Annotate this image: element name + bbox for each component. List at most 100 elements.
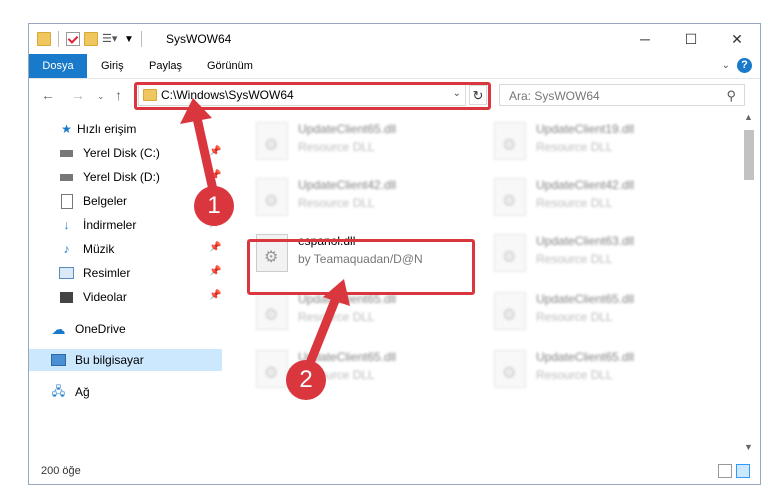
- search-icon[interactable]: ⚲: [726, 88, 736, 104]
- maximize-button[interactable]: ☐: [668, 24, 714, 54]
- navigation-bar: ← → ⌄ ↑ C:\Windows\SysWOW64 ⌄ ↻ Ara: Sys…: [29, 82, 760, 110]
- sidebar-item-quick-access[interactable]: ★ Hızlı erişim: [29, 118, 222, 140]
- sidebar-item-label: Yerel Disk (D:): [83, 170, 160, 184]
- qat-dropdown-icon[interactable]: ▼: [124, 34, 134, 45]
- list-item[interactable]: UpdateClient42.dll Resource DLL: [250, 172, 480, 222]
- computer-icon: [51, 353, 66, 367]
- dll-file-icon: [256, 292, 288, 330]
- list-item[interactable]: UpdateClient65.dll Resource DLL: [488, 286, 718, 336]
- list-item[interactable]: UpdateClient65.dll Resource DLL: [250, 344, 480, 394]
- quick-access-toolbar: ☰▾ ▼: [37, 31, 145, 47]
- pictures-icon: [59, 266, 74, 280]
- file-description: Resource DLL: [536, 310, 613, 324]
- sidebar-item-local-disk-d[interactable]: Yerel Disk (D:) 📌: [29, 166, 222, 188]
- file-description: Resource DLL: [536, 368, 613, 382]
- sidebar-item-this-pc[interactable]: Bu bilgisayar: [29, 349, 222, 371]
- search-input[interactable]: Ara: SysWOW64 ⚲: [499, 84, 745, 106]
- list-item[interactable]: UpdateClient19.dll Resource DLL: [488, 116, 718, 166]
- explorer-window: ☰▾ ▼ SysWOW64 ─ ☐ ✕ Dosya Giriş Paylaş G…: [28, 23, 761, 485]
- close-button[interactable]: ✕: [714, 24, 760, 54]
- pin-icon[interactable]: 📌: [209, 266, 221, 277]
- tab-share[interactable]: Paylaş: [139, 54, 192, 78]
- sidebar-item-network[interactable]: 🖧 Ağ: [29, 381, 222, 403]
- forward-arrow-icon[interactable]: →: [71, 87, 85, 103]
- step-badge-1: 1: [194, 186, 234, 226]
- file-description: Resource DLL: [298, 140, 375, 154]
- step-badge-2: 2: [286, 360, 326, 400]
- scroll-thumb[interactable]: [744, 130, 754, 180]
- sidebar-item-pictures[interactable]: Resimler 📌: [29, 262, 222, 284]
- help-icon[interactable]: ?: [737, 58, 752, 73]
- sidebar-item-label: İndirmeler: [83, 218, 137, 232]
- file-description: Resource DLL: [298, 310, 375, 324]
- details-view-icon[interactable]: [718, 464, 732, 478]
- file-name: UpdateClient65.dll: [298, 122, 397, 136]
- recent-locations-icon[interactable]: ⌄: [97, 91, 105, 102]
- file-highlight-box: [247, 239, 475, 295]
- file-name: UpdateClient19.dll: [536, 122, 635, 136]
- dll-file-icon: [256, 122, 288, 160]
- tiles-view-icon[interactable]: [736, 464, 750, 478]
- video-icon: [59, 290, 74, 304]
- view-toggle: [718, 464, 750, 478]
- star-icon: ★: [61, 122, 72, 136]
- tab-file[interactable]: Dosya: [29, 54, 87, 78]
- navigation-pane: ★ Hızlı erişim Yerel Disk (C:) 📌 Yerel D…: [29, 118, 222, 448]
- sidebar-item-downloads[interactable]: ↓ İndirmeler 📌: [29, 214, 222, 236]
- folder-icon[interactable]: [37, 32, 51, 46]
- up-arrow-icon[interactable]: ↑: [115, 87, 122, 103]
- list-item[interactable]: UpdateClient65.dll Resource DLL: [250, 116, 480, 166]
- status-bar: 200 öğe: [29, 458, 760, 484]
- dll-file-icon: [494, 350, 526, 388]
- tab-view[interactable]: Görünüm: [197, 54, 263, 78]
- address-highlight-box: [134, 82, 491, 110]
- list-item[interactable]: UpdateClient63.dll Resource DLL: [488, 228, 718, 278]
- new-folder-icon[interactable]: [84, 32, 98, 46]
- pin-icon[interactable]: 📌: [209, 242, 221, 253]
- sidebar-item-label: Videolar: [83, 290, 127, 304]
- window-controls: ─ ☐ ✕: [622, 24, 760, 54]
- sidebar-item-label: Yerel Disk (C:): [83, 146, 160, 160]
- sidebar-item-onedrive[interactable]: ☁ OneDrive: [29, 318, 222, 340]
- sidebar-item-label: OneDrive: [75, 322, 126, 336]
- file-description: Resource DLL: [298, 196, 375, 210]
- item-count: 200 öğe: [41, 465, 81, 477]
- sidebar-item-music[interactable]: ♪ Müzik 📌: [29, 238, 222, 260]
- list-item[interactable]: UpdateClient42.dll Resource DLL: [488, 172, 718, 222]
- sidebar-item-label: Belgeler: [83, 194, 128, 208]
- pin-icon[interactable]: 📌: [209, 170, 221, 181]
- pin-icon[interactable]: 📌: [209, 290, 221, 301]
- vertical-scrollbar[interactable]: ▲ ▼: [742, 112, 756, 452]
- file-description: Resource DLL: [536, 252, 613, 266]
- pin-icon[interactable]: 📌: [209, 146, 221, 157]
- sidebar-item-videos[interactable]: Videolar 📌: [29, 286, 222, 308]
- customize-icon[interactable]: ☰▾: [102, 32, 117, 46]
- ribbon-tabs: Dosya Giriş Paylaş Görünüm ⌄ ?: [29, 54, 760, 79]
- tab-home[interactable]: Giriş: [91, 54, 134, 78]
- sidebar-item-label: Hızlı erişim: [77, 122, 137, 136]
- file-description: Resource DLL: [536, 196, 613, 210]
- scroll-down-icon[interactable]: ▼: [744, 442, 753, 452]
- search-placeholder: Ara: SysWOW64: [509, 89, 600, 103]
- file-name: UpdateClient65.dll: [536, 350, 635, 364]
- music-icon: ♪: [63, 242, 70, 256]
- sidebar-item-label: Bu bilgisayar: [75, 353, 144, 367]
- drive-icon: [59, 170, 74, 184]
- scroll-up-icon[interactable]: ▲: [744, 112, 753, 122]
- download-icon: ↓: [63, 218, 70, 232]
- ribbon-expand-icon[interactable]: ⌄: [722, 60, 730, 71]
- sidebar-item-documents[interactable]: Belgeler: [29, 190, 222, 212]
- properties-icon[interactable]: [66, 32, 80, 46]
- dll-file-icon: [256, 350, 288, 388]
- separator: [58, 31, 59, 47]
- separator: [140, 31, 142, 47]
- back-arrow-icon[interactable]: ←: [41, 87, 55, 103]
- document-icon: [59, 193, 74, 209]
- title-bar: ☰▾ ▼ SysWOW64 ─ ☐ ✕: [29, 24, 760, 54]
- sidebar-item-label: Resimler: [83, 266, 131, 280]
- drive-icon: [59, 146, 74, 160]
- list-item[interactable]: UpdateClient65.dll Resource DLL: [488, 344, 718, 394]
- minimize-button[interactable]: ─: [622, 24, 668, 54]
- sidebar-item-local-disk-c[interactable]: Yerel Disk (C:) 📌: [29, 142, 222, 164]
- sidebar-item-label: Müzik: [83, 242, 115, 256]
